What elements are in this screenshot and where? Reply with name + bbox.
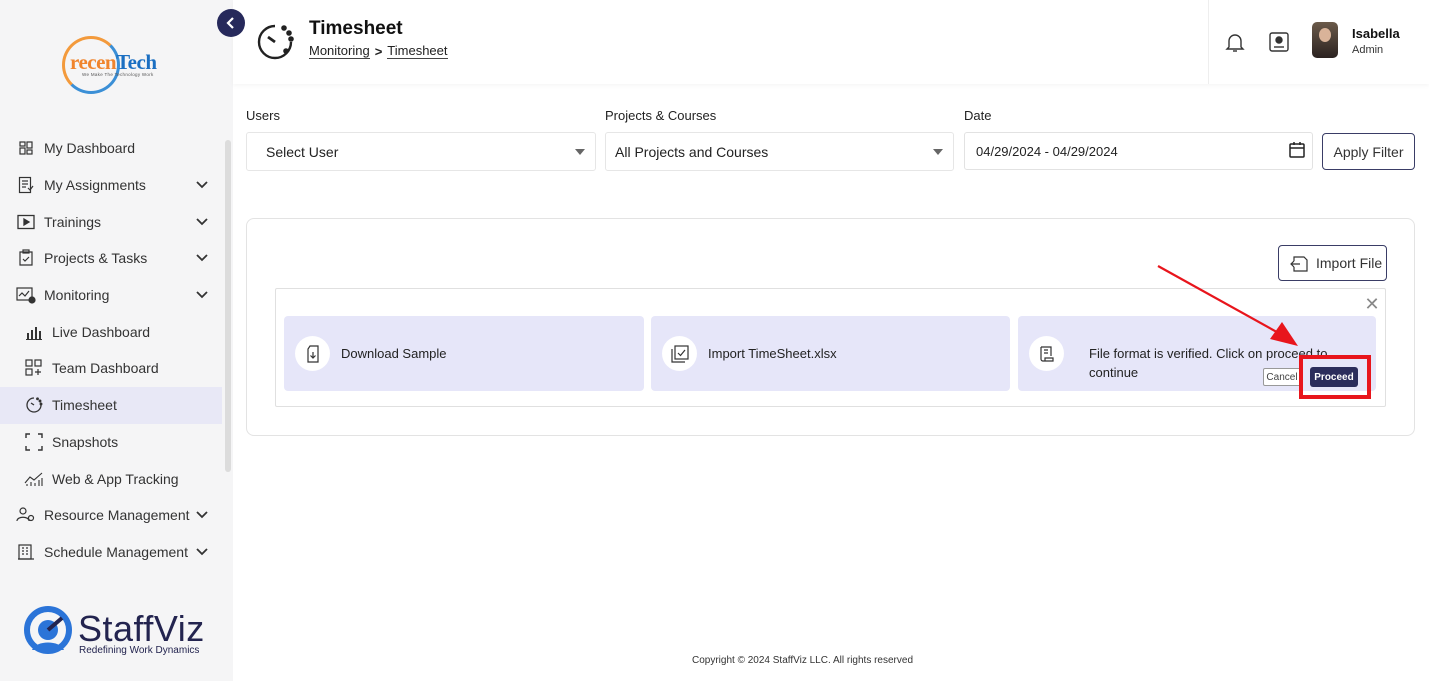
people-gear-icon <box>16 505 36 525</box>
sidebar-item-web-app-tracking[interactable]: Web & App Tracking <box>0 460 222 497</box>
projects-select-value: All Projects and Courses <box>615 143 769 160</box>
sidebar-item-schedule-management[interactable]: Schedule Management <box>0 534 222 571</box>
grid-plus-icon <box>24 358 44 378</box>
caret-down-icon <box>933 149 943 155</box>
chevron-down-icon[interactable] <box>194 177 210 193</box>
sidebar-collapse-button[interactable] <box>217 9 245 37</box>
date-range-input[interactable]: 04/29/2024 - 04/29/2024 <box>964 132 1313 170</box>
user-name: Isabella <box>1352 26 1400 41</box>
sidebar-item-trainings[interactable]: Trainings <box>0 203 222 240</box>
sidebar-item-my-assignments[interactable]: My Assignments <box>0 167 222 204</box>
sidebar-item-label: Resource Management <box>44 507 190 524</box>
dashboard-grid-icon <box>16 138 36 158</box>
sidebar-item-label: Web & App Tracking <box>52 470 179 487</box>
download-file-icon <box>295 336 330 371</box>
sidebar-item-label: Schedule Management <box>44 543 188 560</box>
step-label: Download Sample <box>341 346 447 361</box>
sidebar-item-team-dashboard[interactable]: Team Dashboard <box>0 350 222 387</box>
caret-down-icon <box>575 149 585 155</box>
sidebar-item-my-dashboard[interactable]: My Dashboard <box>0 130 222 167</box>
breadcrumb: Monitoring > Timesheet <box>309 43 448 59</box>
step-import-timesheet[interactable]: Import TimeSheet.xlsx <box>651 316 1010 391</box>
timer-icon <box>257 24 294 60</box>
apply-filter-button[interactable]: Apply Filter <box>1322 133 1415 170</box>
footer-copyright: Copyright © 2024 StaffViz LLC. All right… <box>692 655 914 666</box>
assignment-icon <box>16 175 36 195</box>
sidebar-scrollbar[interactable] <box>225 140 231 472</box>
chevron-down-icon[interactable] <box>194 287 210 303</box>
brand-name: StaffViz <box>78 608 205 649</box>
users-filter-label: Users <box>246 108 280 123</box>
chevron-down-icon[interactable] <box>194 507 210 523</box>
sidebar-item-label: My Assignments <box>44 177 146 194</box>
annotation-highlight-box <box>1299 355 1371 399</box>
page-title: Timesheet <box>309 18 403 39</box>
sidebar: recenTech We Make The Technology Work My… <box>0 0 233 681</box>
sidebar-item-timesheet[interactable]: Timesheet <box>0 386 222 424</box>
play-icon <box>16 212 36 232</box>
chevron-down-icon[interactable] <box>194 214 210 230</box>
sidebar-item-label: Monitoring <box>44 287 110 304</box>
close-icon[interactable]: ✕ <box>1364 295 1380 313</box>
sidebar-item-label: Team Dashboard <box>52 360 159 377</box>
sidebar-item-label: Live Dashboard <box>52 323 151 340</box>
breadcrumb-separator-icon: > <box>374 43 383 59</box>
date-filter-label: Date <box>964 108 992 123</box>
logo-tagline: We Make The Technology Work <box>82 72 154 77</box>
import-file-icon <box>1290 256 1308 272</box>
sidebar-item-monitoring[interactable]: Monitoring <box>0 277 222 314</box>
sidebar-item-live-dashboard[interactable]: Live Dashboard <box>0 313 222 350</box>
trend-icon <box>24 469 44 489</box>
sidebar-item-snapshots[interactable]: Snapshots <box>0 424 222 461</box>
staffviz-logo-icon <box>24 606 72 654</box>
bell-icon[interactable] <box>1223 30 1247 54</box>
chevron-down-icon[interactable] <box>194 544 210 560</box>
timer-icon <box>24 395 44 415</box>
user-role: Admin <box>1352 44 1384 56</box>
import-file-label: Import File <box>1316 255 1383 271</box>
document-lines-icon <box>1029 336 1064 371</box>
sidebar-item-projects-tasks[interactable]: Projects & Tasks <box>0 240 222 277</box>
company-logo[interactable]: recenTech We Make The Technology Work <box>58 34 178 96</box>
step-download-sample[interactable]: Download Sample <box>284 316 644 391</box>
sidebar-item-label: Timesheet <box>52 397 117 414</box>
bar-chart-icon <box>24 322 44 342</box>
users-select[interactable]: Select User <box>246 132 596 171</box>
building-icon <box>16 542 36 562</box>
cancel-button[interactable]: Cancel <box>1263 368 1301 386</box>
sidebar-nav: My Dashboard My Assignments Trainings Pr… <box>0 130 222 570</box>
header-divider <box>1208 0 1209 84</box>
calendar-icon[interactable] <box>1288 141 1306 159</box>
users-select-value: Select User <box>266 143 339 160</box>
breadcrumb-monitoring[interactable]: Monitoring <box>309 43 370 59</box>
sidebar-item-label: Snapshots <box>52 433 119 450</box>
projects-filter-label: Projects & Courses <box>605 108 717 123</box>
monitoring-icon <box>16 285 36 305</box>
brand-tagline: Redefining Work Dynamics <box>79 645 200 656</box>
date-range-value: 04/29/2024 - 04/29/2024 <box>976 143 1118 159</box>
sidebar-item-label: Projects & Tasks <box>44 250 148 267</box>
page-header: Timesheet Monitoring > Timesheet Isabell… <box>233 0 1429 84</box>
step-label: Import TimeSheet.xlsx <box>708 346 837 361</box>
sidebar-item-label: Trainings <box>44 213 102 230</box>
projects-select[interactable]: All Projects and Courses <box>605 132 954 171</box>
clipboard-check-icon <box>16 248 36 268</box>
staffviz-brand: StaffViz Redefining Work Dynamics <box>22 606 222 662</box>
import-file-button[interactable]: Import File <box>1278 245 1387 281</box>
sidebar-item-resource-management[interactable]: Resource Management <box>0 497 222 534</box>
sidebar-item-label: My Dashboard <box>44 140 136 157</box>
frame-corners-icon <box>24 432 44 452</box>
profile-badge-icon[interactable] <box>1267 30 1291 54</box>
chevron-down-icon[interactable] <box>194 250 210 266</box>
checkbox-file-icon <box>662 336 697 371</box>
chevron-left-icon <box>226 17 234 29</box>
breadcrumb-timesheet[interactable]: Timesheet <box>387 43 448 59</box>
avatar[interactable] <box>1312 22 1338 58</box>
